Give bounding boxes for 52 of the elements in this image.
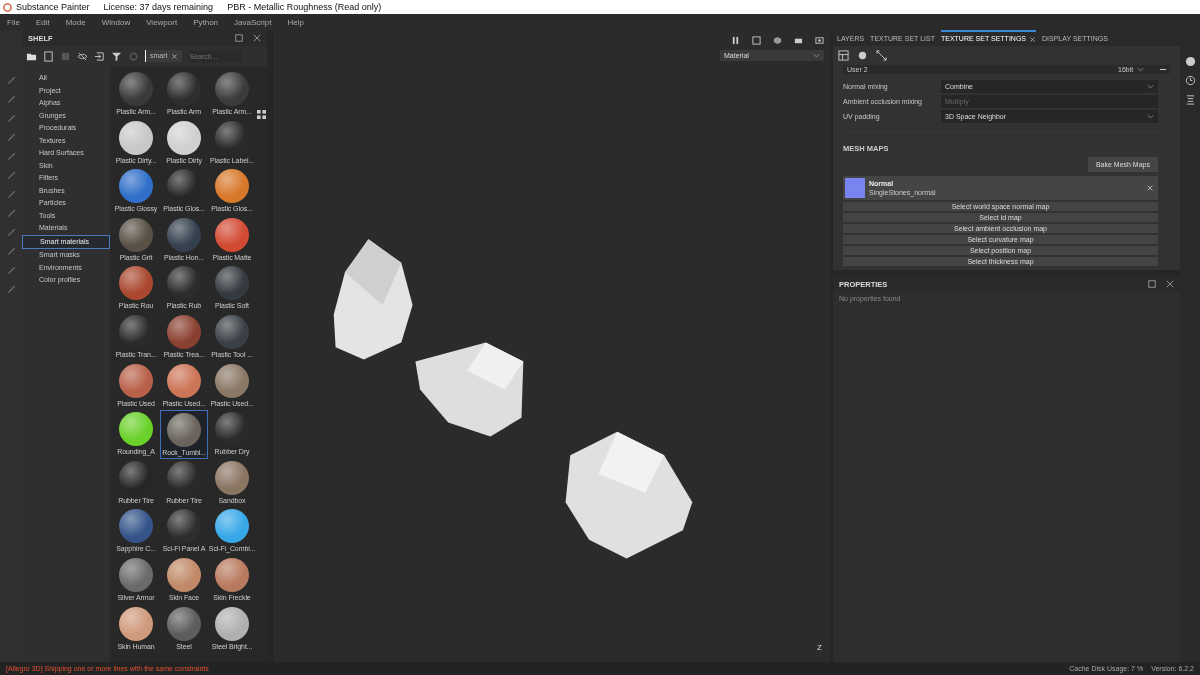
chevron-down-icon xyxy=(813,53,820,58)
tool-icon[interactable] xyxy=(5,283,17,294)
tool-icon[interactable] xyxy=(5,169,17,180)
menu-item[interactable]: JavaScript xyxy=(234,17,272,27)
close-icon[interactable] xyxy=(1029,35,1036,43)
resize-icon[interactable] xyxy=(876,50,887,61)
maximize-icon[interactable] xyxy=(1148,280,1156,288)
list-icon[interactable] xyxy=(1184,94,1196,105)
window-title: Substance Painter xyxy=(16,2,90,12)
close-icon[interactable] xyxy=(253,34,261,42)
chevron-down-icon xyxy=(1137,67,1145,72)
tool-icon[interactable] xyxy=(5,74,17,85)
pause-icon[interactable] xyxy=(731,35,740,45)
menu-item[interactable]: Viewport xyxy=(146,17,178,27)
import-icon[interactable] xyxy=(94,50,105,62)
frame-icon[interactable] xyxy=(752,35,761,45)
tool-icon[interactable] xyxy=(5,150,17,161)
sphere-icon[interactable] xyxy=(857,50,868,61)
menu-item[interactable]: Help xyxy=(287,17,304,27)
hide-icon[interactable] xyxy=(77,50,88,62)
close-icon[interactable] xyxy=(170,52,178,60)
menu-item[interactable]: Mode xyxy=(65,17,86,27)
tool-icon[interactable] xyxy=(5,226,17,237)
tool-icon[interactable] xyxy=(5,112,17,123)
maximize-icon[interactable] xyxy=(235,34,243,42)
new-page-icon[interactable] xyxy=(43,50,54,62)
axis-gizmo-label: Z xyxy=(817,643,822,652)
license-text: License: 37 days remaining xyxy=(103,2,214,12)
grid-view-icon[interactable] xyxy=(257,110,266,119)
mode-text: PBR - Metallic Roughness (Read only) xyxy=(227,2,382,12)
globe-icon[interactable] xyxy=(1184,56,1196,67)
close-icon[interactable] xyxy=(1166,280,1174,288)
menu-item[interactable]: File xyxy=(7,17,20,27)
tool-icon[interactable] xyxy=(5,93,17,104)
cube-icon[interactable] xyxy=(773,35,782,45)
chevron-down-icon xyxy=(1147,114,1154,119)
normal-map-thumbnail xyxy=(845,178,865,198)
menu-item[interactable]: Window xyxy=(101,17,131,27)
grid-icon[interactable] xyxy=(838,50,849,61)
tool-icon[interactable] xyxy=(5,264,17,275)
filter-icon[interactable] xyxy=(111,50,122,62)
tool-icon[interactable] xyxy=(5,245,17,256)
history-icon[interactable] xyxy=(1184,75,1196,86)
tool-icon[interactable] xyxy=(5,131,17,142)
app-logo-icon xyxy=(3,2,12,12)
tool-icon[interactable] xyxy=(5,207,17,218)
menu-item[interactable]: Python xyxy=(193,17,219,27)
chevron-down-icon xyxy=(1147,84,1154,89)
close-icon[interactable] xyxy=(1146,184,1154,192)
tool-icon[interactable] xyxy=(5,188,17,199)
screenshot-icon[interactable] xyxy=(815,35,824,45)
menu-item[interactable]: Edit xyxy=(35,17,50,27)
